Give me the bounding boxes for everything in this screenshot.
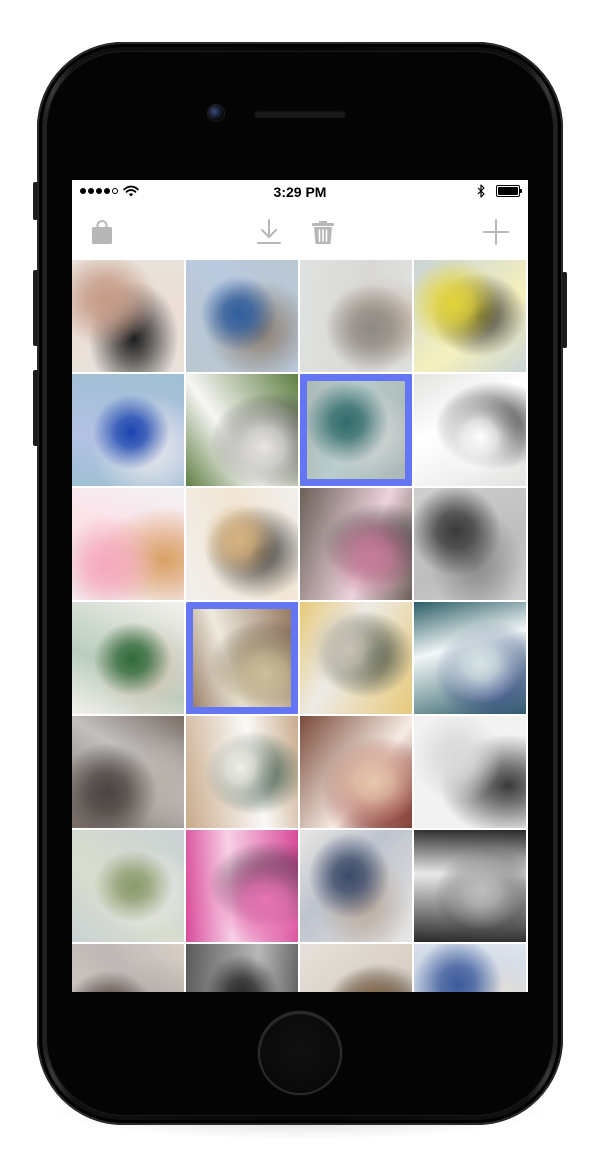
photo-grid: [72, 260, 528, 992]
photo-woman-curly-hair[interactable]: [300, 260, 412, 372]
photo-couple-hug[interactable]: [300, 716, 412, 828]
shopping-bag-button[interactable]: [88, 218, 116, 246]
earpiece-speaker: [254, 110, 346, 118]
photo-woman-white-hat[interactable]: [300, 602, 412, 714]
delete-button[interactable]: [309, 218, 337, 246]
status-right: [477, 184, 522, 198]
home-button[interactable]: [260, 1013, 340, 1093]
power-button: [562, 272, 567, 348]
photo-woman-hair-bw[interactable]: [414, 488, 526, 600]
photo-jersey-back[interactable]: [186, 716, 298, 828]
trash-icon: [312, 221, 334, 244]
download-button[interactable]: [255, 218, 283, 246]
download-icon: [257, 219, 281, 244]
photo-woman-kitchen[interactable]: [414, 374, 526, 486]
photo-woman-clothes-rack[interactable]: [186, 488, 298, 600]
photo-woman-reading-magazine[interactable]: [300, 830, 412, 942]
photo-woman-yellow-flowers[interactable]: [414, 260, 526, 372]
photo-man-drinking-outdoors[interactable]: [300, 374, 412, 486]
mute-switch: [33, 182, 38, 220]
volume-down-button: [33, 370, 38, 446]
volume-up-button: [33, 270, 38, 346]
plus-icon: [483, 219, 509, 245]
status-time: 3:29 PM: [273, 184, 327, 200]
status-bar: 3:29 PM: [72, 180, 528, 204]
phone-screen: 3:29 PM: [72, 180, 528, 992]
photo-woman-plants-room[interactable]: [72, 602, 184, 714]
photo-umbrella-street[interactable]: [300, 488, 412, 600]
photo-world-map[interactable]: [186, 602, 298, 714]
photo-people-crossing-street[interactable]: [72, 716, 184, 828]
photo-man-reading-window[interactable]: [300, 944, 412, 992]
photo-woman-scarf-sky[interactable]: [414, 944, 526, 992]
photo-hands-lace[interactable]: [72, 260, 184, 372]
photo-hallway-chairs[interactable]: [72, 830, 184, 942]
photo-pink-ice-cream[interactable]: [72, 488, 184, 600]
front-camera: [208, 105, 224, 121]
photo-pink-flower-field[interactable]: [186, 830, 298, 942]
photo-woman-window-light[interactable]: [414, 716, 526, 828]
battery-icon: [496, 185, 522, 197]
add-button[interactable]: [482, 218, 510, 246]
toolbar: [72, 204, 528, 260]
photo-woman-neon-shop[interactable]: [414, 602, 526, 714]
bluetooth-icon: [477, 184, 485, 198]
photo-three-guys-street[interactable]: [186, 260, 298, 372]
photo-curly-hair-portrait[interactable]: [72, 944, 184, 992]
photo-woman-striped-shirt[interactable]: [186, 374, 298, 486]
photo-bw-silhouettes[interactable]: [414, 830, 526, 942]
shopping-bag-icon: [92, 220, 112, 244]
photo-woman-blue-coat[interactable]: [72, 374, 184, 486]
photo-city-buildings[interactable]: [186, 944, 298, 992]
